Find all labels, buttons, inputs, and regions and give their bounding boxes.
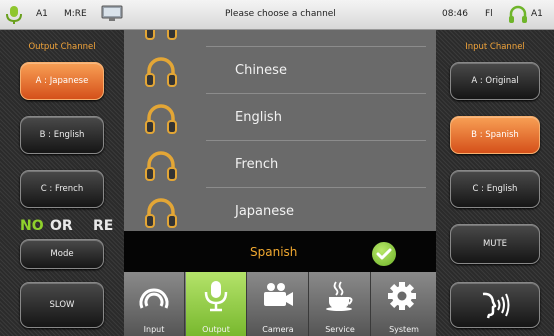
tab-bar: Input Output Camera Service System xyxy=(124,272,436,336)
output-channel-title: Output Channel xyxy=(28,42,96,52)
input-channel-panel: Input Channel A : Original B : Spanish C… xyxy=(436,30,554,336)
status-title: Please choose a channel xyxy=(225,9,336,19)
tab-label: Service xyxy=(325,325,355,334)
microphone-icon xyxy=(204,281,228,312)
tab-camera[interactable]: Camera xyxy=(248,272,309,336)
channel-label: Chinese xyxy=(235,63,287,78)
output-channel-b-label: B : English xyxy=(39,130,85,140)
input-channel-a-button[interactable]: A : Original xyxy=(450,62,540,100)
headphones-icon xyxy=(145,151,177,181)
status-mode-label: M:RE xyxy=(64,9,87,19)
indicator-no: NO xyxy=(20,218,44,234)
channel-row-japanese[interactable]: Japanese xyxy=(124,188,436,231)
headphones-status-icon xyxy=(509,5,527,23)
status-bar: A1 M:RE Please choose a channel 08:46 Fl… xyxy=(0,0,554,30)
tab-label: System xyxy=(389,325,419,334)
tab-system[interactable]: System xyxy=(372,272,436,336)
status-time: 08:46 xyxy=(442,9,468,19)
tab-label: Input xyxy=(143,325,165,334)
slow-button[interactable]: SLOW xyxy=(20,282,104,328)
mode-label: Mode xyxy=(50,249,74,259)
speak-button[interactable] xyxy=(450,282,540,328)
channel-label: Japanese xyxy=(235,204,295,219)
channel-list[interactable]: Chinese English French Japanese xyxy=(124,30,436,231)
mode-button[interactable]: Mode xyxy=(20,239,104,269)
input-channel-a-label: A : Original xyxy=(471,76,519,86)
input-channel-title: Input Channel xyxy=(465,42,525,52)
tab-input[interactable]: Input xyxy=(124,272,185,336)
microphone-status-icon xyxy=(6,6,22,24)
input-channel-c-label: C : English xyxy=(472,184,518,194)
status-fl: Fl xyxy=(485,9,493,19)
monitor-icon xyxy=(101,5,123,21)
input-channel-b-button[interactable]: B : Spanish xyxy=(450,116,540,154)
slow-label: SLOW xyxy=(49,300,75,310)
tab-label: Output xyxy=(202,325,230,334)
headphones-icon xyxy=(145,57,177,87)
headphones-icon xyxy=(145,104,177,134)
selected-channel-label: Spanish xyxy=(250,245,298,259)
channel-row-english[interactable]: English xyxy=(124,94,436,141)
list-row-partial xyxy=(124,30,436,47)
gear-icon xyxy=(388,282,416,310)
channel-row-chinese[interactable]: Chinese xyxy=(124,47,436,94)
camera-icon xyxy=(264,283,293,306)
channel-row-french[interactable]: French xyxy=(124,141,436,188)
tab-service[interactable]: Service xyxy=(310,272,371,336)
indicator-re: RE xyxy=(93,218,114,234)
indicator-or: OR xyxy=(50,218,73,234)
headphones-icon xyxy=(145,30,177,40)
mute-label: MUTE xyxy=(482,239,508,249)
input-channel-c-button[interactable]: C : English xyxy=(450,170,540,208)
output-channel-b-button[interactable]: B : English xyxy=(20,116,104,154)
output-channel-a-button[interactable]: A : Japanese xyxy=(20,62,104,100)
status-right-label: A1 xyxy=(531,9,543,19)
tab-label: Camera xyxy=(262,325,294,334)
tab-output[interactable]: Output xyxy=(186,272,247,336)
channel-label: English xyxy=(235,110,282,125)
selected-channel-bar[interactable]: Spanish xyxy=(124,231,436,272)
speaking-head-icon xyxy=(482,292,510,319)
output-channel-c-label: C : French xyxy=(40,184,84,194)
mute-button[interactable]: MUTE xyxy=(450,224,540,264)
input-channel-b-label: B : Spanish xyxy=(471,130,519,140)
check-icon[interactable] xyxy=(372,242,396,266)
channel-label: French xyxy=(235,157,279,172)
output-channel-c-button[interactable]: C : French xyxy=(20,170,104,208)
output-channel-a-label: A : Japanese xyxy=(35,76,89,86)
headphones-icon xyxy=(145,198,177,228)
speaker-icon xyxy=(139,288,169,309)
status-channel-label: A1 xyxy=(36,9,48,19)
output-channel-panel: Output Channel A : Japanese B : English … xyxy=(0,30,124,336)
coffee-cup-icon xyxy=(326,281,353,311)
